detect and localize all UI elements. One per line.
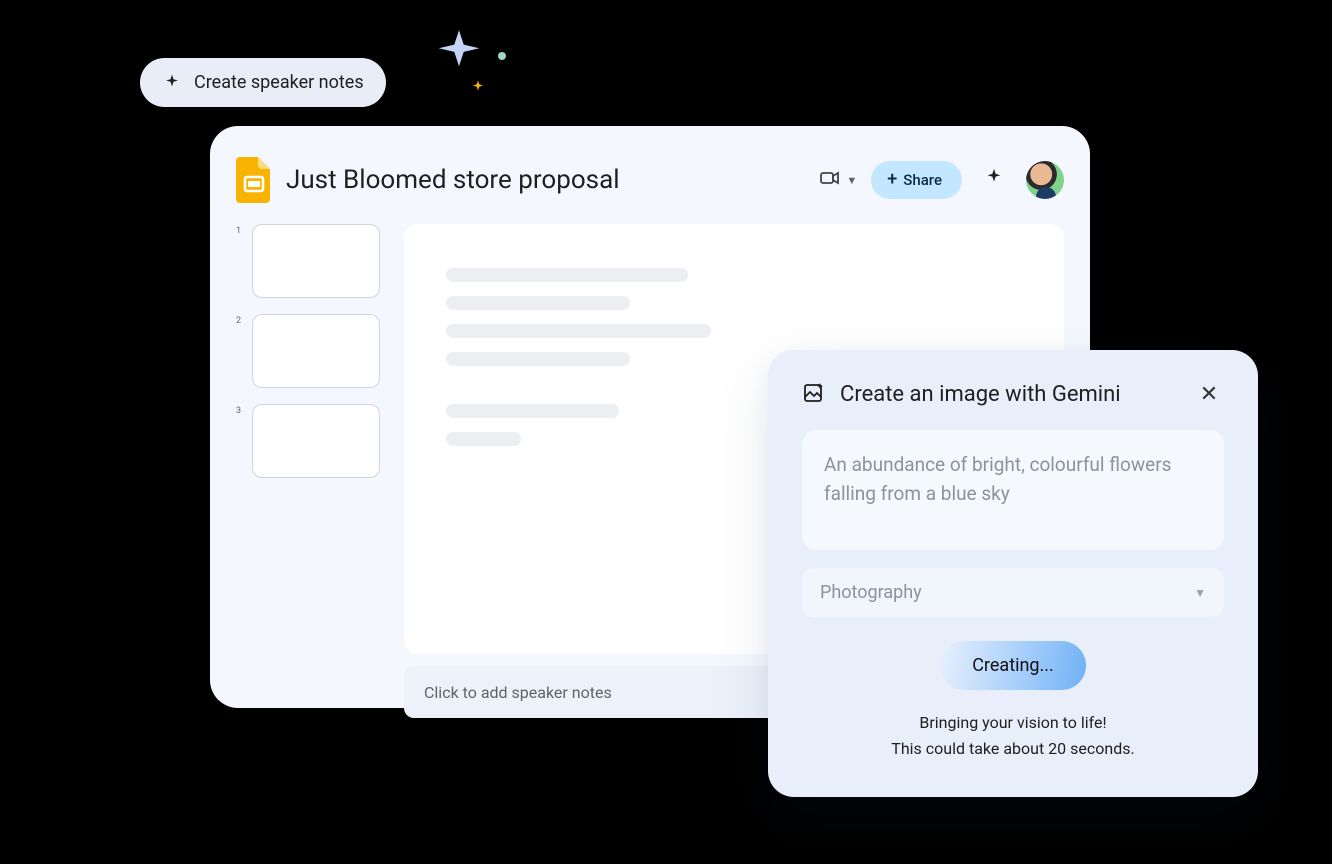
gemini-panel-title: Create an image with Gemini [840, 382, 1180, 407]
image-sparkle-icon [802, 380, 826, 408]
thumbnail-preview [252, 314, 380, 388]
slide-thumbnail[interactable]: 2 [236, 314, 386, 388]
placeholder-line [446, 324, 711, 338]
thumbnail-preview [252, 404, 380, 478]
video-camera-icon [818, 166, 842, 194]
gemini-create-image-panel: Create an image with Gemini ✕ An abundan… [768, 350, 1258, 797]
creating-button[interactable]: Creating... [940, 641, 1086, 690]
create-speaker-notes-chip[interactable]: Create speaker notes [140, 58, 386, 107]
chevron-down-icon: ▼ [1194, 586, 1206, 600]
thumbnail-index: 2 [236, 314, 244, 326]
dot-decoration-icon [498, 52, 506, 60]
status-line-1: Bringing your vision to life! [802, 710, 1224, 736]
image-prompt-text: An abundance of bright, colourful flower… [824, 453, 1171, 505]
placeholder-line [446, 352, 630, 366]
placeholder-line [446, 404, 619, 418]
share-label: Share [903, 171, 942, 189]
speaker-notes-placeholder: Click to add speaker notes [424, 683, 612, 702]
status-line-2: This could take about 20 seconds. [802, 736, 1224, 762]
plus-icon: + [887, 171, 897, 189]
sparkle-icon [983, 167, 1005, 193]
image-style-value: Photography [820, 582, 922, 603]
user-avatar[interactable] [1026, 161, 1064, 199]
placeholder-line [446, 432, 521, 446]
image-style-select[interactable]: Photography ▼ [802, 568, 1224, 617]
gemini-status-text: Bringing your vision to life! This could… [802, 710, 1224, 761]
slide-thumbnail-strip: 1 2 3 [236, 224, 386, 654]
gemini-toolbar-button[interactable] [976, 162, 1012, 198]
google-slides-logo-icon [236, 157, 272, 203]
close-icon: ✕ [1200, 382, 1218, 407]
chip-label: Create speaker notes [194, 72, 364, 93]
sparkle-icon [162, 73, 182, 93]
thumbnail-preview [252, 224, 380, 298]
share-button[interactable]: + Share [871, 161, 962, 199]
sparkle-decoration-small-icon [468, 78, 488, 102]
slide-thumbnail[interactable]: 3 [236, 404, 386, 478]
slide-thumbnail[interactable]: 1 [236, 224, 386, 298]
creating-label: Creating... [972, 655, 1054, 676]
placeholder-line [446, 296, 630, 310]
placeholder-line [446, 268, 688, 282]
document-title[interactable]: Just Bloomed store proposal [286, 165, 620, 195]
image-prompt-input[interactable]: An abundance of bright, colourful flower… [802, 430, 1224, 550]
thumbnail-index: 3 [236, 404, 244, 416]
present-video-button[interactable]: ▼ [818, 166, 857, 194]
close-button[interactable]: ✕ [1194, 382, 1224, 407]
app-header: Just Bloomed store proposal ▼ + Share [236, 152, 1064, 208]
thumbnail-index: 1 [236, 224, 244, 236]
chevron-down-icon: ▼ [846, 174, 857, 187]
